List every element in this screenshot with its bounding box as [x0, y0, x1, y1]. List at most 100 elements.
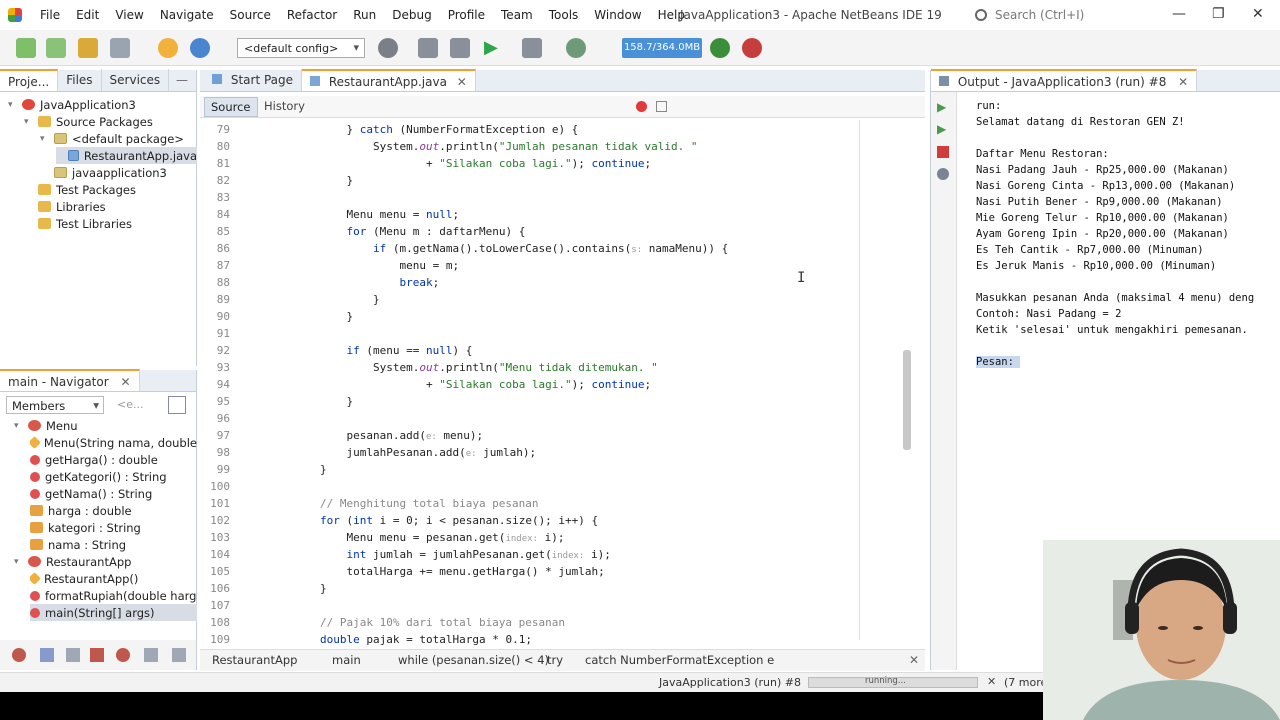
- run-icon[interactable]: ▶: [484, 38, 504, 58]
- menu-team[interactable]: Team: [493, 8, 541, 22]
- tab-start-page[interactable]: Start Page: [204, 69, 303, 91]
- open-project-icon[interactable]: [78, 38, 98, 58]
- navigator-item[interactable]: ▾ RestaurantApp: [14, 553, 197, 570]
- source-tab[interactable]: Source: [204, 97, 258, 117]
- profile-icon[interactable]: [566, 38, 586, 58]
- expand-icon[interactable]: ▾: [24, 117, 34, 127]
- menu-source[interactable]: Source: [222, 8, 279, 22]
- history-tab[interactable]: History: [260, 97, 309, 115]
- new-file-icon[interactable]: [16, 38, 36, 58]
- menu-profile[interactable]: Profile: [440, 8, 493, 22]
- menu-tools[interactable]: Tools: [541, 8, 587, 22]
- tab-output[interactable]: Output - JavaApplication3 (run) #8 ✕: [931, 69, 1198, 91]
- breadcrumb-item[interactable]: main: [332, 653, 361, 667]
- build-icon[interactable]: [418, 38, 438, 58]
- filter-static-icon[interactable]: [66, 648, 80, 662]
- redo-icon[interactable]: [190, 38, 210, 58]
- cancel-task-icon[interactable]: ✕: [987, 675, 996, 688]
- sort-name-icon[interactable]: [144, 648, 158, 662]
- navigator-item[interactable]: nama : String: [30, 536, 197, 553]
- navigator-item[interactable]: getNama() : String: [30, 485, 197, 502]
- stop-icon[interactable]: [937, 146, 949, 158]
- filter-inherited-icon[interactable]: [12, 648, 26, 662]
- tree-item[interactable]: Libraries: [24, 198, 197, 215]
- menu-run[interactable]: Run: [345, 8, 384, 22]
- line-number: 83: [216, 191, 230, 204]
- expand-icon[interactable]: ▾: [14, 557, 24, 567]
- rerun-params-icon[interactable]: ▶: [937, 122, 946, 136]
- filter-icon[interactable]: [168, 396, 186, 414]
- menu-window[interactable]: Window: [586, 8, 649, 22]
- output-line: Mie Goreng Telur - Rp10,000.00 (Makanan): [976, 212, 1229, 224]
- sort-source-icon[interactable]: [172, 648, 186, 662]
- editor-scrollbar[interactable]: [903, 350, 911, 450]
- menu-debug[interactable]: Debug: [384, 8, 439, 22]
- tree-item[interactable]: RestaurantApp.java: [56, 147, 197, 164]
- tree-item[interactable]: ▾ <default package>: [40, 130, 197, 147]
- breadcrumb-item[interactable]: try: [547, 653, 563, 667]
- filter-fields-icon[interactable]: [40, 648, 54, 662]
- navigator-item[interactable]: kategori : String: [30, 519, 197, 536]
- clean-build-icon[interactable]: [450, 38, 470, 58]
- search-box[interactable]: Search (Ctrl+I): [975, 6, 1145, 24]
- tree-item[interactable]: ▾ JavaApplication3: [8, 96, 197, 113]
- navigator-item[interactable]: RestaurantApp(): [30, 570, 197, 587]
- rerun-icon[interactable]: ▶: [937, 100, 946, 114]
- settings-icon[interactable]: [937, 168, 949, 180]
- globe-icon[interactable]: [378, 38, 398, 58]
- expand-icon[interactable]: ▾: [40, 134, 50, 144]
- minimize-panel-icon[interactable]: —: [176, 73, 188, 87]
- sort-select[interactable]: <e...: [112, 396, 162, 414]
- output-line: Contoh: Nasi Padang = 2: [976, 308, 1122, 320]
- pause-profiling-icon[interactable]: [742, 38, 762, 58]
- maximize-icon[interactable]: ❐: [1212, 6, 1225, 22]
- menu-edit[interactable]: Edit: [68, 8, 107, 22]
- tree-item[interactable]: javaapplication3: [40, 164, 197, 181]
- record-macro-icon[interactable]: [636, 101, 647, 112]
- config-select[interactable]: <default config>: [237, 38, 365, 58]
- menu-navigate[interactable]: Navigate: [152, 8, 222, 22]
- close-tab-icon[interactable]: ✕: [121, 375, 131, 389]
- tab-restaurantapp[interactable]: RestaurantApp.java ✕: [302, 69, 476, 91]
- navigator-item[interactable]: main(String[] args): [30, 604, 197, 621]
- close-window-icon[interactable]: ✕: [1252, 6, 1264, 22]
- stop-macro-icon[interactable]: [656, 101, 667, 112]
- close-tab-icon[interactable]: ✕: [457, 75, 467, 89]
- tree-item[interactable]: Test Packages: [24, 181, 197, 198]
- menu-file[interactable]: File: [32, 8, 68, 22]
- line-number: 100: [210, 480, 230, 493]
- breadcrumb-item[interactable]: RestaurantApp: [212, 653, 297, 667]
- navigator-item[interactable]: Menu(String nama, double: [30, 434, 197, 451]
- debug-icon[interactable]: [522, 38, 542, 58]
- tab-services[interactable]: Services: [102, 69, 170, 91]
- expand-icon[interactable]: ▾: [14, 421, 24, 431]
- tree-item[interactable]: Test Libraries: [24, 215, 197, 232]
- line-number: 102: [210, 514, 230, 527]
- gc-icon[interactable]: [710, 38, 730, 58]
- menu-refactor[interactable]: Refactor: [279, 8, 345, 22]
- minimize-icon[interactable]: —: [1172, 6, 1186, 22]
- navigator-item[interactable]: formatRupiah(double harg: [30, 587, 197, 604]
- navigator-item[interactable]: getHarga() : double: [30, 451, 197, 468]
- tab-navigator[interactable]: main - Navigator ✕: [0, 369, 140, 391]
- breadcrumb-item[interactable]: catch NumberFormatException e: [585, 653, 774, 667]
- navigator-item[interactable]: harga : double: [30, 502, 197, 519]
- filter-inner-icon[interactable]: [116, 648, 130, 662]
- tab-projects[interactable]: Proje...: [0, 69, 59, 91]
- save-all-icon[interactable]: [110, 38, 130, 58]
- breadcrumb-item[interactable]: while (pesanan.size() < 4): [398, 653, 549, 667]
- close-tab-icon[interactable]: ✕: [1178, 75, 1188, 89]
- code-text: }: [320, 310, 354, 323]
- tree-item[interactable]: ▾ Source Packages: [24, 113, 197, 130]
- tab-files[interactable]: Files: [58, 69, 102, 91]
- menu-view[interactable]: View: [107, 8, 151, 22]
- undo-icon[interactable]: [158, 38, 178, 58]
- filter-nonpublic-icon[interactable]: [90, 648, 104, 662]
- close-breadcrumb-icon[interactable]: ✕: [909, 653, 919, 667]
- memory-indicator[interactable]: 158.7/364.0MB: [622, 38, 702, 58]
- navigator-item[interactable]: ▾ Menu: [14, 417, 197, 434]
- expand-icon[interactable]: ▾: [8, 100, 18, 110]
- new-project-icon[interactable]: [46, 38, 66, 58]
- members-select[interactable]: Members ▾: [6, 396, 104, 414]
- navigator-item[interactable]: getKategori() : String: [30, 468, 197, 485]
